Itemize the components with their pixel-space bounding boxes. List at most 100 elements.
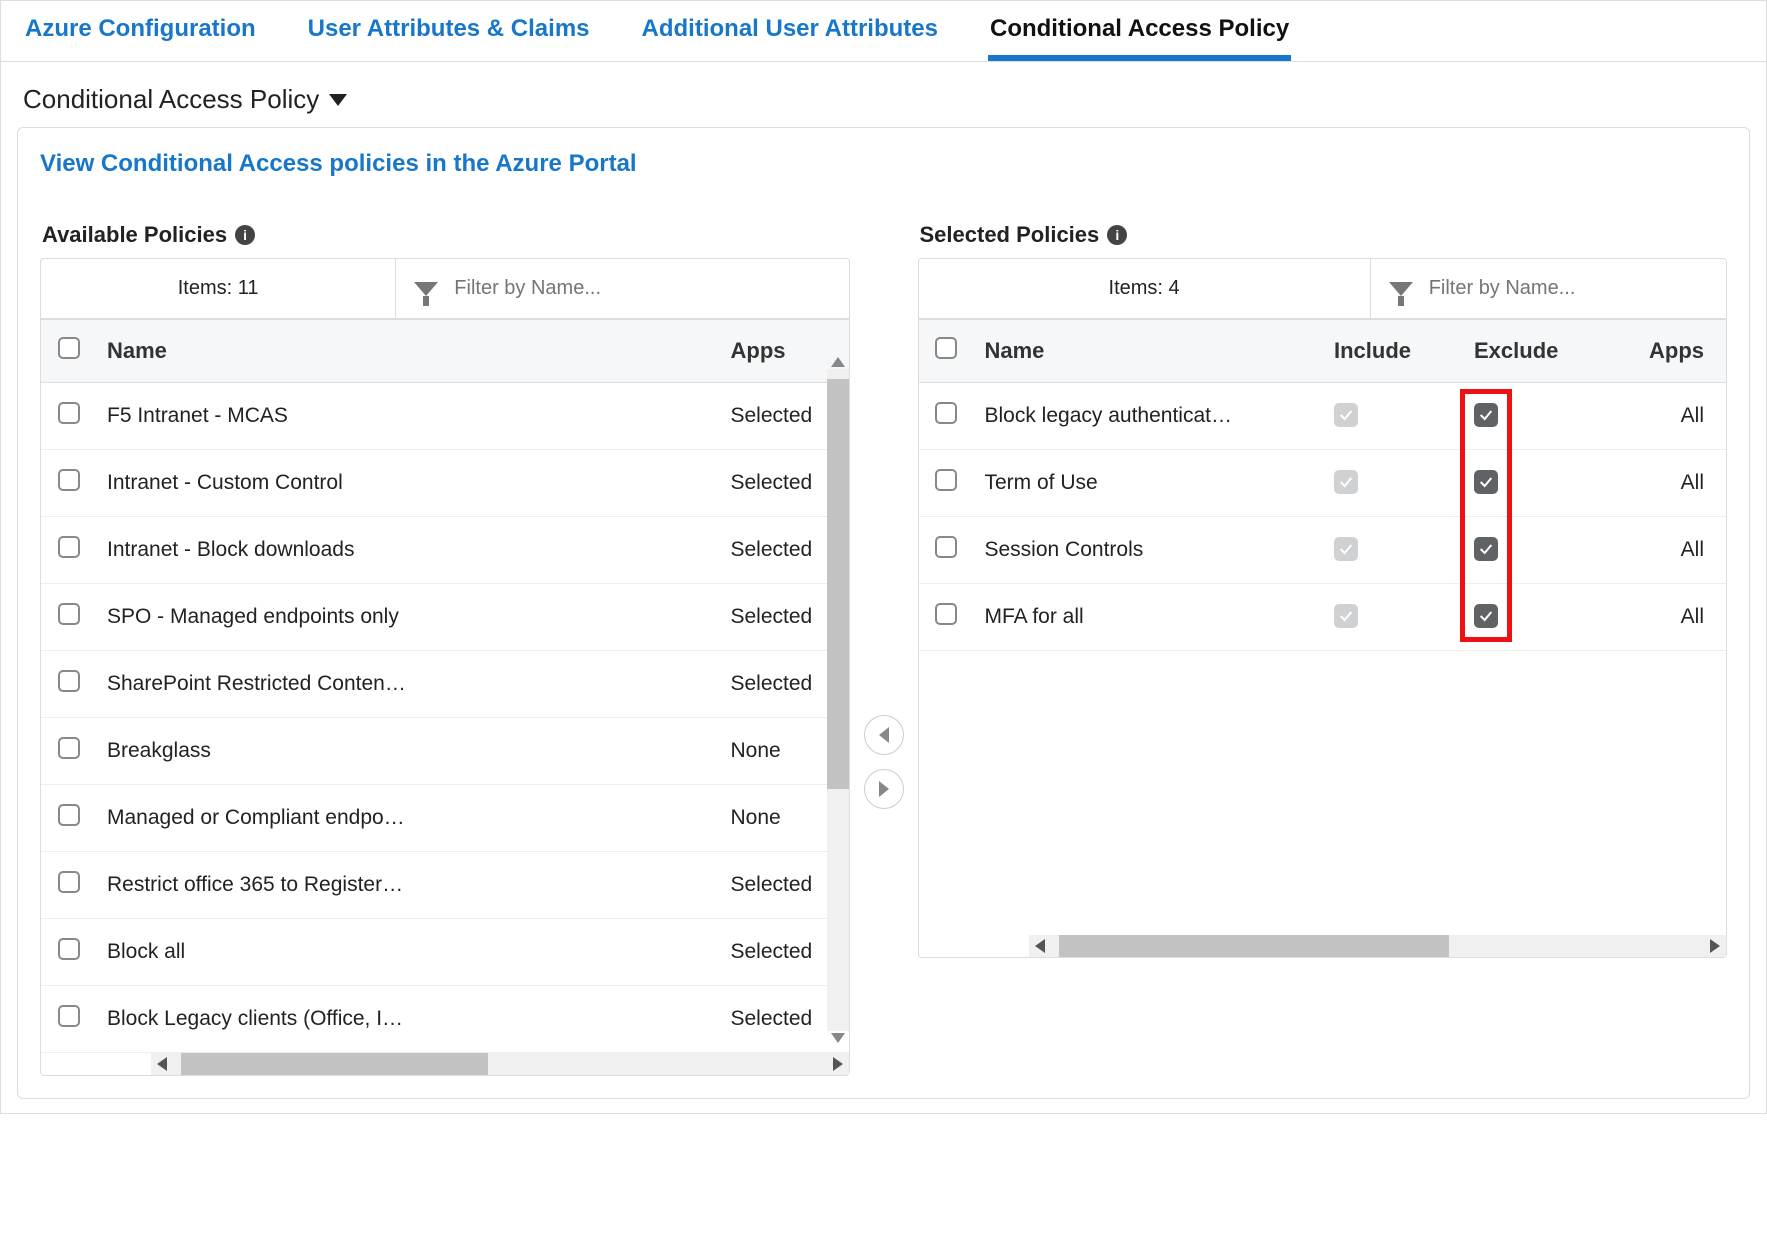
horizontal-scrollbar[interactable] bbox=[151, 1053, 849, 1075]
tab-azure-configuration[interactable]: Azure Configuration bbox=[23, 1, 258, 61]
policy-name: Term of Use bbox=[973, 450, 1317, 517]
policy-name: Intranet - Custom Control bbox=[95, 450, 719, 517]
available-policies-column: Available Policies i Items: 11 bbox=[40, 208, 850, 1076]
scroll-right-icon[interactable] bbox=[1710, 939, 1720, 953]
caret-down-icon bbox=[329, 94, 347, 106]
selected-header-include[interactable]: Include bbox=[1316, 320, 1456, 383]
policy-name: SharePoint Restricted Conten… bbox=[95, 651, 719, 718]
scroll-thumb[interactable] bbox=[1059, 935, 1450, 957]
exclude-checkbox[interactable] bbox=[1474, 403, 1498, 427]
table-row[interactable]: Restrict office 365 to Register…Selected bbox=[41, 852, 849, 919]
include-checkbox[interactable] bbox=[1334, 537, 1358, 561]
azure-portal-link[interactable]: View Conditional Access policies in the … bbox=[40, 150, 1727, 178]
tab-bar: Azure Configuration User Attributes & Cl… bbox=[1, 1, 1766, 62]
policy-name: Block all bbox=[95, 919, 719, 986]
table-row[interactable]: SPO - Managed endpoints onlySelected bbox=[41, 584, 849, 651]
tab-additional-user-attributes[interactable]: Additional User Attributes bbox=[640, 1, 940, 61]
selected-header-name[interactable]: Name bbox=[973, 320, 1317, 383]
row-checkbox[interactable] bbox=[58, 670, 80, 692]
filter-icon bbox=[1389, 282, 1413, 296]
policy-apps: All bbox=[1596, 584, 1726, 651]
row-checkbox[interactable] bbox=[58, 804, 80, 826]
row-checkbox[interactable] bbox=[935, 469, 957, 491]
table-row[interactable]: Intranet - Block downloadsSelected bbox=[41, 517, 849, 584]
row-checkbox[interactable] bbox=[58, 938, 80, 960]
include-checkbox[interactable] bbox=[1334, 470, 1358, 494]
move-right-button[interactable] bbox=[864, 769, 904, 809]
row-checkbox[interactable] bbox=[58, 737, 80, 759]
table-row[interactable]: Managed or Compliant endpo…None bbox=[41, 785, 849, 852]
row-checkbox[interactable] bbox=[58, 603, 80, 625]
exclude-checkbox[interactable] bbox=[1474, 470, 1498, 494]
move-left-button[interactable] bbox=[864, 715, 904, 755]
selected-items-count: Items: 4 bbox=[919, 259, 1371, 318]
selected-title: Selected Policies bbox=[920, 222, 1100, 248]
exclude-checkbox[interactable] bbox=[1474, 537, 1498, 561]
selected-filter-input[interactable] bbox=[1427, 276, 1708, 301]
selected-policies-column: Selected Policies i Items: 4 bbox=[918, 208, 1728, 958]
scroll-thumb[interactable] bbox=[181, 1053, 488, 1075]
row-checkbox[interactable] bbox=[58, 536, 80, 558]
filter-icon bbox=[414, 282, 438, 296]
scroll-left-icon[interactable] bbox=[1035, 939, 1045, 953]
row-checkbox[interactable] bbox=[58, 871, 80, 893]
available-items-count: Items: 11 bbox=[41, 259, 396, 318]
tab-conditional-access-policy[interactable]: Conditional Access Policy bbox=[988, 1, 1291, 61]
selected-header-apps[interactable]: Apps bbox=[1596, 320, 1726, 383]
scroll-left-icon[interactable] bbox=[157, 1057, 167, 1071]
table-row[interactable]: Intranet - Custom ControlSelected bbox=[41, 450, 849, 517]
horizontal-scrollbar[interactable] bbox=[1029, 935, 1727, 957]
scroll-up-icon[interactable] bbox=[831, 357, 845, 367]
vertical-scrollbar[interactable] bbox=[827, 369, 849, 1031]
table-row[interactable]: F5 Intranet - MCASSelected bbox=[41, 383, 849, 450]
row-checkbox[interactable] bbox=[935, 603, 957, 625]
arrow-right-icon bbox=[879, 781, 889, 797]
row-checkbox[interactable] bbox=[935, 536, 957, 558]
tab-user-attributes-claims[interactable]: User Attributes & Claims bbox=[306, 1, 592, 61]
include-checkbox[interactable] bbox=[1334, 403, 1358, 427]
table-row[interactable]: Term of Use All bbox=[919, 450, 1727, 517]
scroll-thumb[interactable] bbox=[827, 379, 849, 789]
policy-name: Block legacy authenticat… bbox=[973, 383, 1317, 450]
available-filter-input[interactable] bbox=[452, 276, 830, 301]
policy-name: Block Legacy clients (Office, I… bbox=[95, 986, 719, 1053]
policy-name: Restrict office 365 to Register… bbox=[95, 852, 719, 919]
table-row[interactable]: BreakglassNone bbox=[41, 718, 849, 785]
available-title: Available Policies bbox=[42, 222, 227, 248]
table-row[interactable]: SharePoint Restricted Conten…Selected bbox=[41, 651, 849, 718]
policy-name: Breakglass bbox=[95, 718, 719, 785]
section-header[interactable]: Conditional Access Policy bbox=[1, 62, 1766, 121]
include-checkbox[interactable] bbox=[1334, 604, 1358, 628]
policy-apps: All bbox=[1596, 383, 1726, 450]
policy-apps: All bbox=[1596, 450, 1726, 517]
policy-name: Intranet - Block downloads bbox=[95, 517, 719, 584]
selected-select-all[interactable] bbox=[935, 337, 957, 359]
available-select-all[interactable] bbox=[58, 337, 80, 359]
table-row[interactable]: MFA for all All bbox=[919, 584, 1727, 651]
policies-panel: View Conditional Access policies in the … bbox=[17, 127, 1750, 1099]
scroll-right-icon[interactable] bbox=[833, 1057, 843, 1071]
selected-table: Name Include Exclude Apps Block legacy a… bbox=[919, 319, 1727, 651]
section-title: Conditional Access Policy bbox=[23, 84, 319, 115]
selected-header-exclude[interactable]: Exclude bbox=[1456, 320, 1596, 383]
available-table: Name Apps F5 Intranet - MCASSelectedIntr… bbox=[41, 319, 849, 1053]
info-icon[interactable]: i bbox=[1107, 225, 1127, 245]
scroll-down-icon[interactable] bbox=[831, 1033, 845, 1043]
policy-name: MFA for all bbox=[973, 584, 1317, 651]
policy-name: Managed or Compliant endpo… bbox=[95, 785, 719, 852]
row-checkbox[interactable] bbox=[58, 1005, 80, 1027]
row-checkbox[interactable] bbox=[58, 469, 80, 491]
exclude-checkbox[interactable] bbox=[1474, 604, 1498, 628]
table-row[interactable]: Block Legacy clients (Office, I…Selected bbox=[41, 986, 849, 1053]
arrow-left-icon bbox=[879, 727, 889, 743]
row-checkbox[interactable] bbox=[58, 402, 80, 424]
table-row[interactable]: Block allSelected bbox=[41, 919, 849, 986]
info-icon[interactable]: i bbox=[235, 225, 255, 245]
row-checkbox[interactable] bbox=[935, 402, 957, 424]
policy-name: F5 Intranet - MCAS bbox=[95, 383, 719, 450]
policy-apps: All bbox=[1596, 517, 1726, 584]
table-row[interactable]: Session Controls All bbox=[919, 517, 1727, 584]
table-row[interactable]: Block legacy authenticat… All bbox=[919, 383, 1727, 450]
available-header-name[interactable]: Name bbox=[95, 320, 719, 383]
policy-name: Session Controls bbox=[973, 517, 1317, 584]
